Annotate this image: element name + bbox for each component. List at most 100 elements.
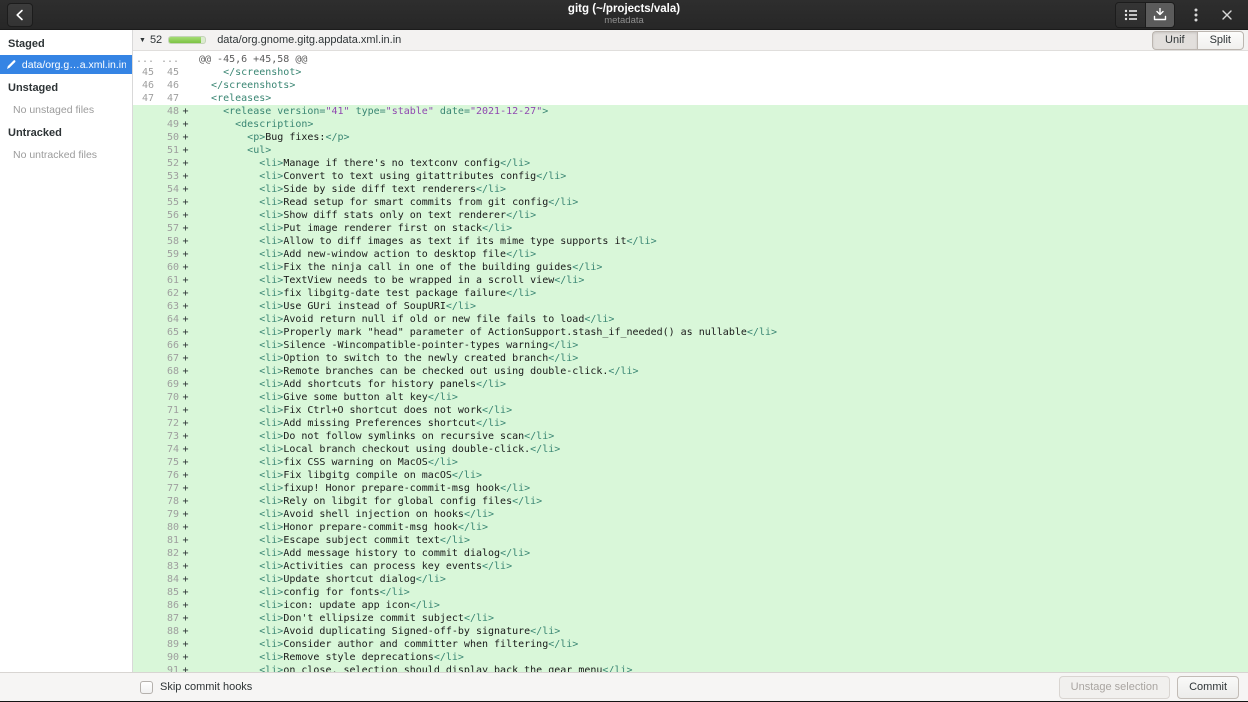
split-view-button[interactable]: Split <box>1197 31 1244 50</box>
line-content: <li>Fix Ctrl+O shortcut does not work</l… <box>192 404 1248 417</box>
diff-line[interactable]: 51+ <ul> <box>133 144 1248 157</box>
unstaged-empty-label: No unstaged files <box>0 99 132 119</box>
diff-line[interactable]: 80+ <li>Honor prepare-commit-msg hook</l… <box>133 521 1248 534</box>
diff-sign: + <box>179 495 192 508</box>
skip-hooks-checkbox[interactable] <box>140 681 153 694</box>
diff-line[interactable]: 50+ <p>Bug fixes:</p> <box>133 131 1248 144</box>
diff-line[interactable]: 62+ <li>fix libgitg-date test package fa… <box>133 287 1248 300</box>
diff-line[interactable]: 87+ <li>Don't ellipsize commit subject</… <box>133 612 1248 625</box>
diff-view[interactable]: ......@@ -45,6 +45,58 @@4545 </screensho… <box>133 51 1248 672</box>
diff-line[interactable]: 68+ <li>Remote branches can be checked o… <box>133 365 1248 378</box>
diff-line[interactable]: 81+ <li>Escape subject commit text</li> <box>133 534 1248 547</box>
line-content: <li>Option to switch to the newly create… <box>192 352 1248 365</box>
diff-line[interactable]: 72+ <li>Add missing Preferences shortcut… <box>133 417 1248 430</box>
back-button[interactable] <box>7 3 33 27</box>
skip-hooks-label: Skip commit hooks <box>160 681 252 693</box>
line-content: <li>Add missing Preferences shortcut</li… <box>192 417 1248 430</box>
diff-line[interactable]: 83+ <li>Activities can process key event… <box>133 560 1248 573</box>
new-line-number: 83 <box>154 560 179 573</box>
menu-button[interactable] <box>1186 3 1206 27</box>
line-content: <li>Avoid duplicating Signed-off-by sign… <box>192 625 1248 638</box>
unified-view-button[interactable]: Unif <box>1152 31 1197 50</box>
old-line-number <box>133 105 154 118</box>
diff-mode-toggle: Unif Split <box>1152 31 1244 50</box>
diff-line[interactable]: 66+ <li>Silence -Wincompatible-pointer-t… <box>133 339 1248 352</box>
commit-action-bar: Skip commit hooks Unstage selection Comm… <box>0 672 1248 701</box>
diff-line[interactable]: ......@@ -45,6 +45,58 @@ <box>133 53 1248 66</box>
line-content: <li>Properly mark "head" parameter of Ac… <box>192 326 1248 339</box>
diff-line[interactable]: 90+ <li>Remove style deprecations</li> <box>133 651 1248 664</box>
staged-section-title: Staged <box>0 30 132 55</box>
expander-triangle-icon[interactable]: ▼ <box>139 37 146 44</box>
diff-line[interactable]: 4646 </screenshots> <box>133 79 1248 92</box>
diff-line[interactable]: 59+ <li>Add new-window action to desktop… <box>133 248 1248 261</box>
line-content: <li>Rely on libgit for global config fil… <box>192 495 1248 508</box>
diff-sign: + <box>179 287 192 300</box>
diff-line[interactable]: 52+ <li>Manage if there's no textconv co… <box>133 157 1248 170</box>
new-line-number: 68 <box>154 365 179 378</box>
diff-line[interactable]: 55+ <li>Read setup for smart commits fro… <box>133 196 1248 209</box>
diff-sign: + <box>179 157 192 170</box>
new-line-number: 56 <box>154 209 179 222</box>
diff-line[interactable]: 61+ <li>TextView needs to be wrapped in … <box>133 274 1248 287</box>
unstage-selection-button[interactable]: Unstage selection <box>1059 676 1170 699</box>
history-view-button[interactable] <box>1116 3 1145 27</box>
window-subtitle: metadata <box>568 16 680 26</box>
diff-line[interactable]: 4747 <releases> <box>133 92 1248 105</box>
diff-line[interactable]: 58+ <li>Allow to diff images as text if … <box>133 235 1248 248</box>
diff-sign: + <box>179 521 192 534</box>
new-line-number: 47 <box>154 92 179 105</box>
diff-sign: + <box>179 625 192 638</box>
line-content: <li>Fix libgitg compile on macOS</li> <box>192 469 1248 482</box>
diff-line[interactable]: 69+ <li>Add shortcuts for history panels… <box>133 378 1248 391</box>
line-content: <release version="41" type="stable" date… <box>192 105 1248 118</box>
diff-line[interactable]: 54+ <li>Side by side diff text renderers… <box>133 183 1248 196</box>
diff-line[interactable]: 4545 </screenshot> <box>133 66 1248 79</box>
new-line-number: 46 <box>154 79 179 92</box>
diff-line[interactable]: 64+ <li>Avoid return null if old or new … <box>133 313 1248 326</box>
diff-sign: + <box>179 105 192 118</box>
diff-line[interactable]: 65+ <li>Properly mark "head" parameter o… <box>133 326 1248 339</box>
diff-line[interactable]: 63+ <li>Use GUri instead of SoupURI</li> <box>133 300 1248 313</box>
line-content: <li>Show diff stats only on text rendere… <box>192 209 1248 222</box>
commit-view-button[interactable] <box>1145 3 1174 27</box>
diff-line[interactable]: 70+ <li>Give some button alt key</li> <box>133 391 1248 404</box>
new-line-number: 66 <box>154 339 179 352</box>
diff-line[interactable]: 60+ <li>Fix the ninja call in one of the… <box>133 261 1248 274</box>
diff-line[interactable]: 86+ <li>icon: update app icon</li> <box>133 599 1248 612</box>
diff-sign: + <box>179 326 192 339</box>
diff-line[interactable]: 53+ <li>Convert to text using gitattribu… <box>133 170 1248 183</box>
old-line-number <box>133 209 154 222</box>
diff-line[interactable]: 49+ <description> <box>133 118 1248 131</box>
diff-line[interactable]: 89+ <li>Consider author and committer wh… <box>133 638 1248 651</box>
diff-line[interactable]: 56+ <li>Show diff stats only on text ren… <box>133 209 1248 222</box>
diff-line[interactable]: 67+ <li>Option to switch to the newly cr… <box>133 352 1248 365</box>
diff-line[interactable]: 76+ <li>Fix libgitg compile on macOS</li… <box>133 469 1248 482</box>
old-line-number <box>133 339 154 352</box>
old-line-number <box>133 508 154 521</box>
staged-file-item[interactable]: data/org.g…a.xml.in.in <box>0 55 132 74</box>
diff-line[interactable]: 79+ <li>Avoid shell injection on hooks</… <box>133 508 1248 521</box>
new-line-number: 59 <box>154 248 179 261</box>
diff-line[interactable]: 77+ <li>fixup! Honor prepare-commit-msg … <box>133 482 1248 495</box>
commit-button[interactable]: Commit <box>1177 676 1239 699</box>
skip-hooks-option[interactable]: Skip commit hooks <box>140 681 252 694</box>
diff-line[interactable]: 48+ <release version="41" type="stable" … <box>133 105 1248 118</box>
diff-line[interactable]: 91+ <li>on close, selection should displ… <box>133 664 1248 672</box>
close-button[interactable] <box>1217 3 1237 27</box>
diff-line[interactable]: 75+ <li>fix CSS warning on MacOS</li> <box>133 456 1248 469</box>
diff-sign: + <box>179 443 192 456</box>
staged-file-label: data/org.g…a.xml.in.in <box>22 59 126 71</box>
new-line-number: 50 <box>154 131 179 144</box>
diff-line[interactable]: 82+ <li>Add message history to commit di… <box>133 547 1248 560</box>
diff-line[interactable]: 84+ <li>Update shortcut dialog</li> <box>133 573 1248 586</box>
diff-line[interactable]: 74+ <li>Local branch checkout using doub… <box>133 443 1248 456</box>
old-line-number <box>133 547 154 560</box>
diff-line[interactable]: 78+ <li>Rely on libgit for global config… <box>133 495 1248 508</box>
diff-line[interactable]: 57+ <li>Put image renderer first on stac… <box>133 222 1248 235</box>
line-content: <li>Local branch checkout using double-c… <box>192 443 1248 456</box>
diff-line[interactable]: 85+ <li>config for fonts</li> <box>133 586 1248 599</box>
diff-line[interactable]: 71+ <li>Fix Ctrl+O shortcut does not wor… <box>133 404 1248 417</box>
diff-line[interactable]: 73+ <li>Do not follow symlinks on recurs… <box>133 430 1248 443</box>
diff-line[interactable]: 88+ <li>Avoid duplicating Signed-off-by … <box>133 625 1248 638</box>
